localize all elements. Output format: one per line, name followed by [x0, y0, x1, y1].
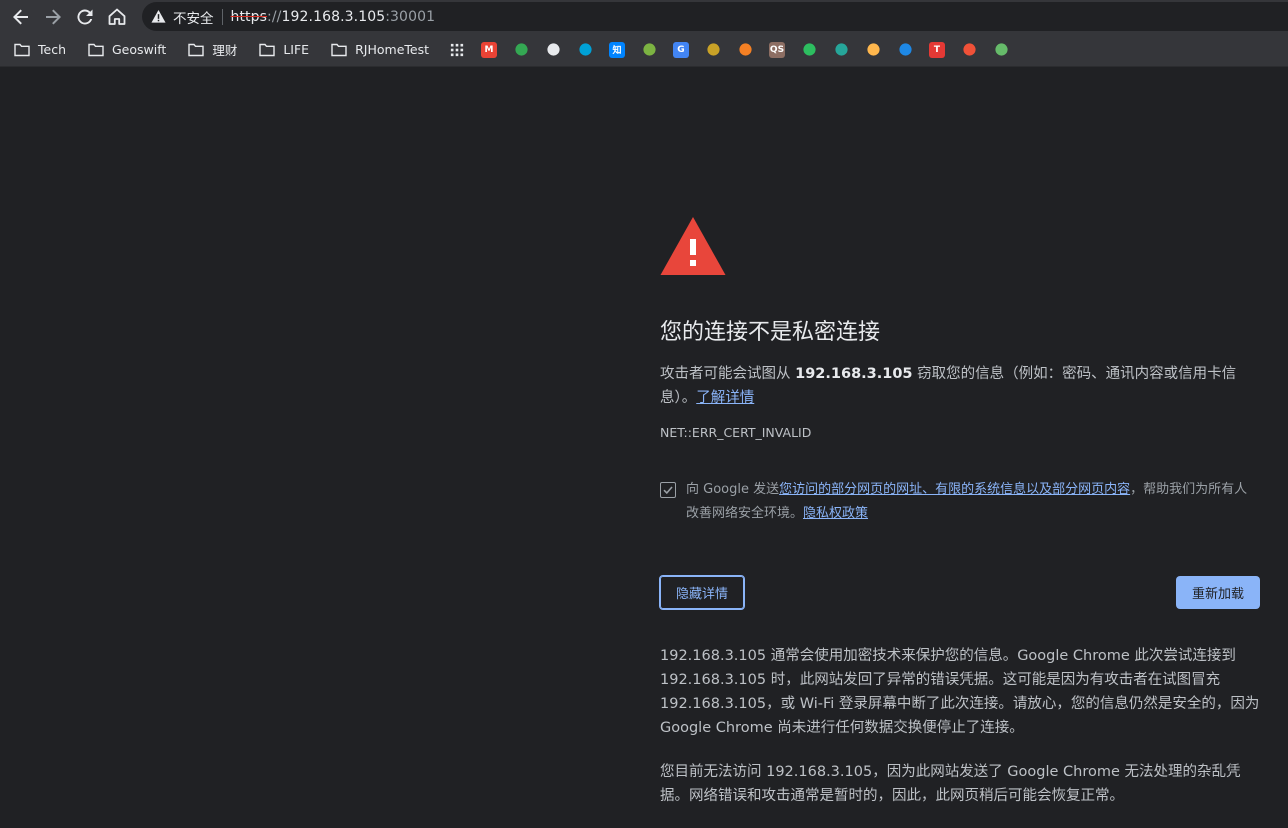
circle-green-icon[interactable]	[641, 42, 657, 58]
bookmark-folder-finance[interactable]: 理财	[174, 36, 245, 64]
leaf-icon[interactable]	[513, 42, 529, 58]
optin-data-link[interactable]: 您访问的部分网页的网址、有限的系统信息以及部分网页内容	[779, 482, 1130, 497]
folder-icon	[331, 43, 347, 56]
url-host: 192.168.3.105	[281, 8, 386, 25]
t-logo-icon[interactable]: T	[929, 41, 945, 58]
ring-icon[interactable]	[833, 42, 849, 58]
omnibox-divider	[221, 8, 223, 25]
bookmarks-bar: Tech Geoswift 理财 LIFE RJHomeTest M 知 G QS T	[0, 33, 1288, 67]
bookmark-folder-geoswift[interactable]: Geoswift	[74, 36, 174, 64]
zhihu-icon[interactable]: 知	[609, 41, 625, 58]
swift-icon[interactable]	[961, 42, 977, 58]
optin-text: 向 Google 发送您访问的部分网页的网址、有限的系统信息以及部分网页内容，帮…	[686, 478, 1260, 526]
bilibili-icon[interactable]	[577, 42, 593, 58]
reload-page-button[interactable]: 重新加载	[1176, 576, 1260, 609]
optin-prefix: 向 Google 发送	[686, 482, 780, 497]
home-icon	[108, 8, 126, 25]
details-paragraph: 您目前无法访问 192.168.3.105，因为此网站发送了 Google Ch…	[660, 764, 1241, 804]
forward-button[interactable]	[37, 1, 69, 33]
address-bar[interactable]: 不安全 https://192.168.3.105:30001	[142, 2, 1288, 31]
bookmark-folder-label: 理财	[212, 43, 238, 58]
explanation-text: 攻击者可能会试图从 192.168.3.105 窃取您的信息（例如：密码、通讯内…	[660, 362, 1260, 410]
bookmark-folder-label: LIFE	[283, 42, 310, 57]
checkmark-icon	[663, 486, 673, 495]
home-button[interactable]	[101, 1, 133, 33]
hand-icon[interactable]	[865, 42, 881, 58]
arrow-forward-icon	[46, 9, 61, 24]
url-scheme: https	[230, 8, 268, 25]
optin-checkbox[interactable]	[660, 482, 676, 498]
bookmark-folder-label: Tech	[38, 42, 66, 57]
details-paragraph: 192.168.3.105 通常会使用加密技术来保护您的信息。Google Ch…	[660, 648, 1260, 736]
stackoverflow-icon[interactable]	[737, 42, 753, 58]
qs-icon[interactable]: QS	[769, 41, 785, 58]
back-button[interactable]	[5, 1, 37, 33]
bookmark-folder-rjhometest[interactable]: RJHomeTest	[317, 36, 437, 64]
bookmark-folder-label: RJHomeTest	[355, 42, 429, 57]
learn-more-link[interactable]: 了解详情	[696, 390, 754, 406]
safe-browsing-optin: 向 Google 发送您访问的部分网页的网址、有限的系统信息以及部分网页内容，帮…	[660, 478, 1260, 526]
details-section: 192.168.3.105 通常会使用加密技术来保护您的信息。Google Ch…	[660, 644, 1260, 828]
error-code: NET::ERR_CERT_INVALID	[660, 425, 812, 440]
folder-icon	[88, 43, 104, 56]
warning-triangle-icon[interactable]	[151, 9, 166, 24]
bookmark-folder-tech[interactable]: Tech	[0, 36, 74, 64]
danger-triangle-icon	[660, 217, 726, 275]
wave-icon[interactable]	[897, 42, 913, 58]
arrow-back-icon	[13, 9, 28, 24]
url-port: :30001	[385, 8, 436, 25]
pixel-image-icon[interactable]	[705, 42, 721, 58]
evernote-icon[interactable]	[801, 42, 817, 58]
folder-icon	[259, 43, 276, 56]
security-label[interactable]: 不安全	[173, 7, 214, 27]
privacy-policy-link[interactable]: 隐私权政策	[803, 506, 868, 521]
reload-button[interactable]	[69, 1, 101, 33]
bookmark-folder-label: Geoswift	[112, 42, 167, 57]
folder-icon	[14, 43, 30, 56]
url-separator: ://	[267, 8, 282, 25]
github-icon[interactable]	[545, 42, 561, 58]
bookmark-folder-life[interactable]: LIFE	[245, 36, 317, 64]
gmail-icon[interactable]: M	[481, 41, 497, 58]
google-translate-icon[interactable]: G	[673, 41, 689, 58]
folder-icon	[188, 43, 205, 56]
apps-grid-icon[interactable]	[449, 42, 465, 58]
explanation-prefix: 攻击者可能会试图从	[660, 366, 796, 382]
page-title: 您的连接不是私密连接	[660, 320, 881, 345]
hide-details-button[interactable]: 隐藏详情	[659, 575, 745, 610]
explanation-host: 192.168.3.105	[795, 366, 913, 382]
reload-icon	[77, 8, 93, 24]
url-text[interactable]: https://192.168.3.105:30001	[231, 9, 436, 25]
tl-icon[interactable]	[993, 42, 1009, 58]
browser-toolbar: 不安全 https://192.168.3.105:30001	[0, 0, 1288, 33]
bookmark-icons: M 知 G QS T	[473, 41, 1017, 58]
